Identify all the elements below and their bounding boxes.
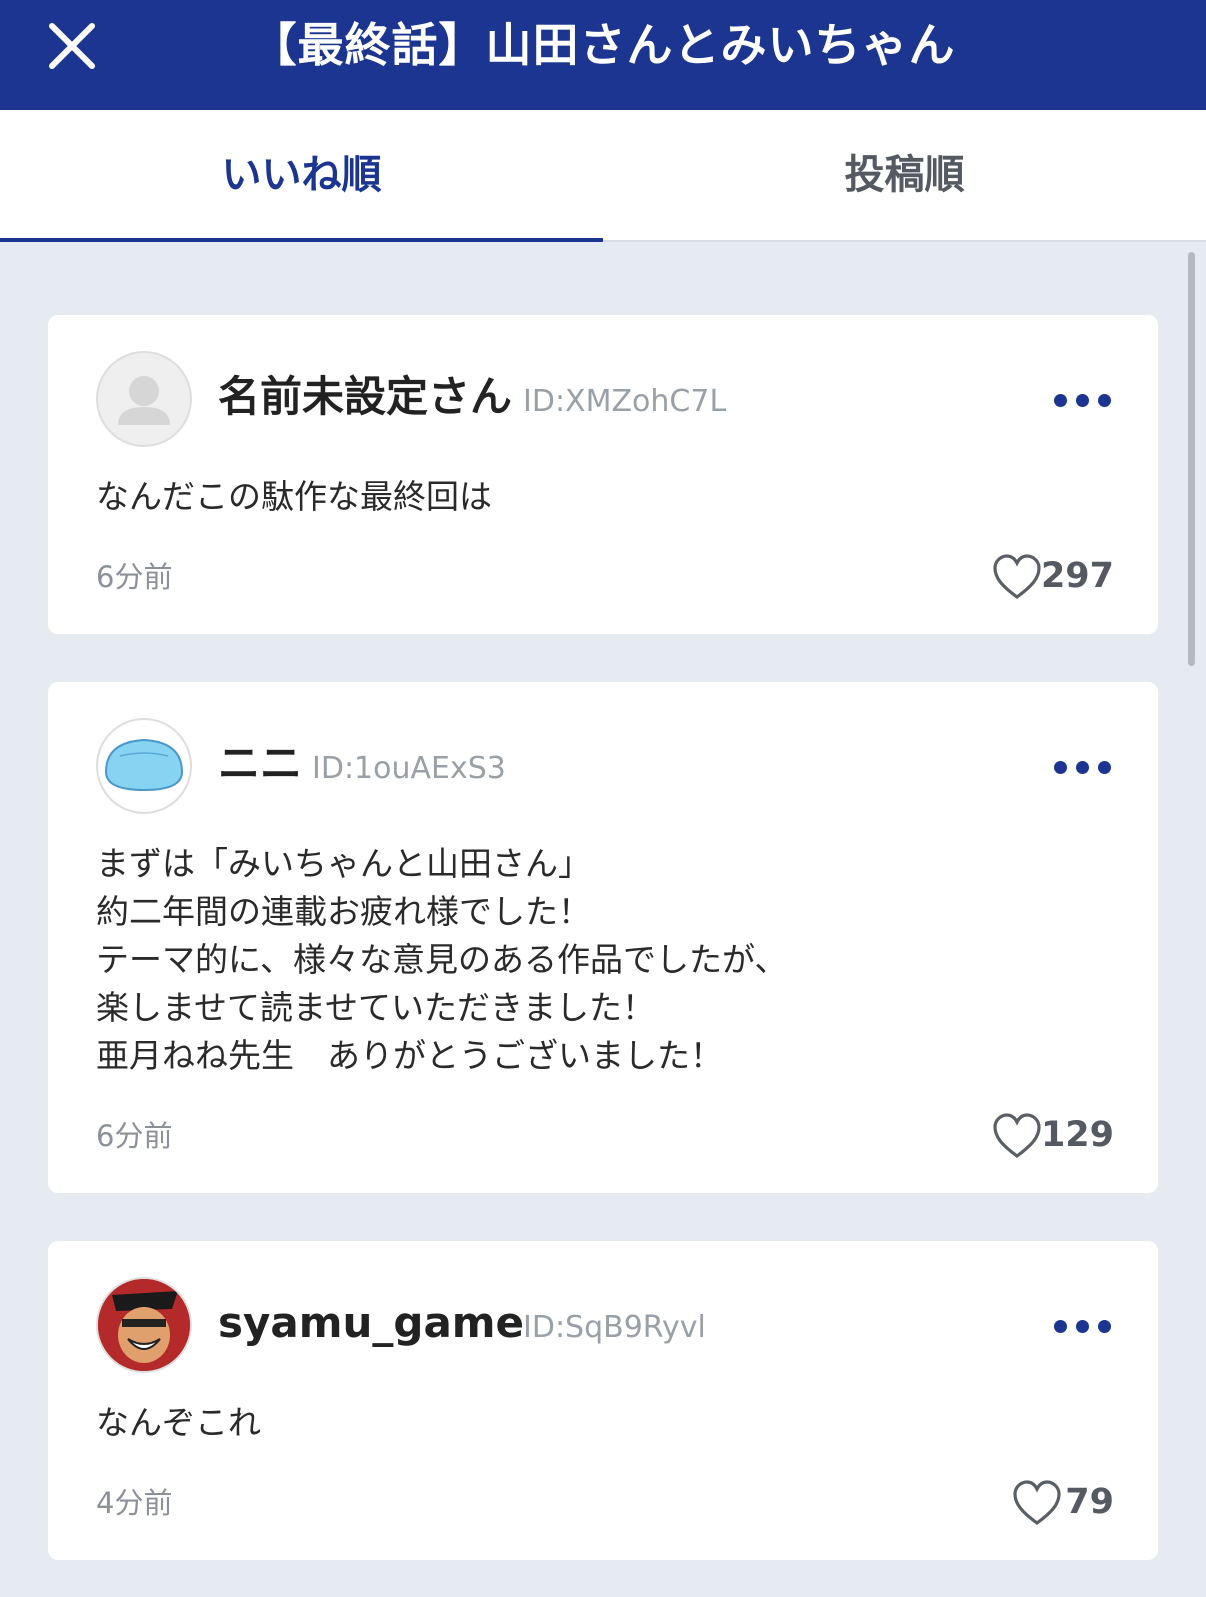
tab-post-order[interactable]: 投稿順 xyxy=(603,110,1206,240)
comment-card: syamu_game ID:SqB9Ryvl なんぞこれ 4分前 79 xyxy=(48,1241,1158,1560)
user-id: ID:XMZohC7L xyxy=(523,384,727,419)
active-tab-indicator xyxy=(0,238,603,242)
comment-time: 6分前 xyxy=(96,560,173,594)
like-count: 297 xyxy=(1040,556,1114,596)
heart-icon xyxy=(993,554,1041,599)
like-button[interactable]: 297 xyxy=(992,551,1114,605)
page-title: 【最終話】山田さんとみいちゃん xyxy=(250,18,956,72)
tab-likes-order[interactable]: いいね順 xyxy=(0,110,603,240)
comment-body: なんだこの駄作な最終回は xyxy=(96,477,492,516)
comment-body: なんぞこれ xyxy=(96,1403,261,1442)
user-name[interactable]: syamu_game xyxy=(218,1293,524,1353)
like-button[interactable]: 129 xyxy=(992,1110,1114,1164)
more-options-button[interactable] xyxy=(1050,752,1114,782)
default-avatar-icon[interactable] xyxy=(96,351,192,447)
scrollbar[interactable] xyxy=(1188,252,1195,666)
more-options-button[interactable] xyxy=(1050,385,1114,415)
close-button[interactable] xyxy=(40,14,104,78)
user-id: ID:1ouAExS3 xyxy=(312,751,506,786)
comment-card: ニニ ID:1ouAExS3 まずは「みいちゃんと山田さん」 約二年間の連載お疲… xyxy=(48,682,1158,1193)
comment-body: まずは「みいちゃんと山田さん」 約二年間の連載お疲れ様でした！ テーマ的に、様々… xyxy=(96,844,788,1075)
user-id: ID:SqB9Ryvl xyxy=(523,1310,706,1345)
like-count: 79 xyxy=(1065,1482,1114,1522)
sort-tabs: いいね順 投稿順 xyxy=(0,110,1206,242)
close-icon xyxy=(49,23,95,69)
comment-card: 名前未設定さん ID:XMZohC7L なんだこの駄作な最終回は 6分前 297 xyxy=(48,315,1158,634)
heart-icon xyxy=(993,1113,1041,1158)
like-count: 129 xyxy=(1040,1115,1114,1155)
user-name[interactable]: 名前未設定さん xyxy=(218,367,512,427)
character-avatar-icon[interactable] xyxy=(96,1277,192,1373)
comment-time: 6分前 xyxy=(96,1119,173,1153)
user-name[interactable]: ニニ xyxy=(218,734,302,794)
slime-avatar-icon[interactable] xyxy=(96,718,192,814)
like-button[interactable]: 79 xyxy=(1012,1477,1114,1531)
heart-icon xyxy=(1013,1480,1061,1525)
more-options-button[interactable] xyxy=(1050,1311,1114,1341)
app-header: 【最終話】山田さんとみいちゃん xyxy=(0,0,1206,110)
comment-time: 4分前 xyxy=(96,1486,173,1520)
